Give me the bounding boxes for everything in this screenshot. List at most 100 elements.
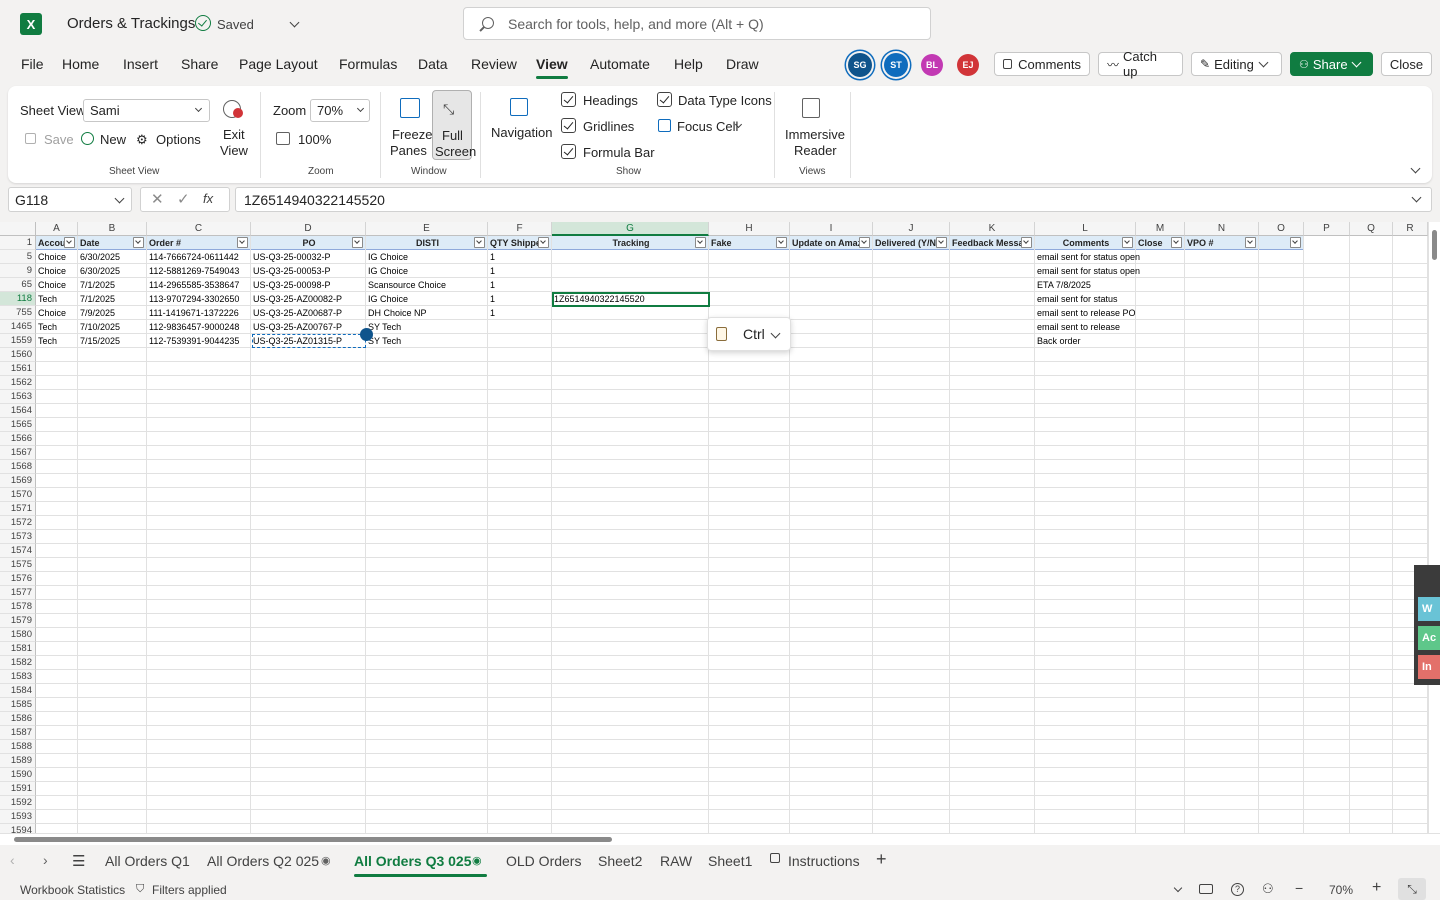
table-cell[interactable] (950, 264, 1035, 278)
table-header-cell[interactable]: Fake (709, 236, 790, 250)
table-cell[interactable]: Choice (36, 278, 78, 292)
row-header[interactable]: 1563 (0, 390, 36, 404)
new-view-button[interactable]: New (100, 132, 126, 147)
column-header-n[interactable]: N (1185, 222, 1259, 236)
side-panel-tab[interactable]: Ac (1418, 626, 1440, 650)
share-button[interactable]: ⚇ Share (1290, 52, 1373, 76)
table-cell[interactable] (873, 292, 950, 306)
table-header-cell[interactable]: Feedback Messa (950, 236, 1035, 250)
row-header[interactable]: 1567 (0, 446, 36, 460)
row-header[interactable]: 65 (0, 278, 36, 292)
column-header-q[interactable]: Q (1350, 222, 1393, 236)
data-type-icons-checkbox[interactable] (657, 92, 672, 107)
filter-dropdown-icon[interactable] (1245, 237, 1256, 248)
table-cell[interactable]: 6/30/2025 (78, 250, 147, 264)
table-cell[interactable]: 7/10/2025 (78, 320, 147, 334)
row-header[interactable]: 1 (0, 236, 36, 250)
tab-draw[interactable]: Draw (726, 56, 759, 72)
table-cell[interactable]: IG Choice (366, 250, 488, 264)
table-header-cell[interactable]: Order # (147, 236, 251, 250)
collaborator-avatar[interactable]: ST (884, 53, 908, 77)
table-cell[interactable] (950, 292, 1035, 306)
row-header[interactable]: 1590 (0, 768, 36, 782)
save-view-button[interactable]: Save (44, 132, 74, 147)
row-header[interactable]: 1565 (0, 418, 36, 432)
prev-sheet-icon[interactable]: ‹ (10, 852, 15, 868)
help-icon[interactable]: ? (1231, 883, 1244, 896)
row-header[interactable]: 1587 (0, 726, 36, 740)
freeze-panes-button-line1[interactable]: Freeze (392, 127, 432, 142)
table-cell[interactable] (1185, 320, 1259, 334)
row-header[interactable]: 1569 (0, 474, 36, 488)
zoom-level[interactable]: 70% (1329, 883, 1353, 897)
table-cell[interactable] (1185, 278, 1259, 292)
row-header[interactable]: 755 (0, 306, 36, 320)
row-header[interactable]: 1582 (0, 656, 36, 670)
tab-file[interactable]: File (21, 56, 44, 72)
filter-dropdown-icon[interactable] (936, 237, 947, 248)
table-cell[interactable]: DH Choice NP (366, 306, 488, 320)
table-cell[interactable]: 1 (488, 264, 552, 278)
title-dropdown-chevron-icon[interactable] (289, 17, 300, 28)
options-button[interactable]: Options (156, 132, 201, 147)
row-header[interactable]: 5 (0, 250, 36, 264)
column-header-h[interactable]: H (709, 222, 790, 236)
row-header[interactable]: 1561 (0, 362, 36, 376)
table-cell[interactable]: Scansource Choice (366, 278, 488, 292)
add-sheet-icon[interactable]: + (876, 849, 887, 870)
table-cell[interactable] (1185, 264, 1259, 278)
table-cell[interactable] (873, 334, 950, 348)
collaborator-avatar[interactable]: EJ (957, 54, 979, 76)
tab-automate[interactable]: Automate (590, 56, 650, 72)
table-cell[interactable] (1136, 334, 1185, 348)
comments-button[interactable]: Comments (994, 52, 1090, 76)
table-cell[interactable]: Tech (36, 292, 78, 306)
zoom-in-icon[interactable]: + (1372, 879, 1381, 897)
tab-share[interactable]: Share (181, 56, 218, 72)
sheet-tab[interactable]: OLD Orders (506, 853, 581, 869)
table-cell[interactable] (1185, 334, 1259, 348)
table-cell[interactable]: Choice (36, 264, 78, 278)
row-header[interactable]: 1465 (0, 320, 36, 334)
row-header[interactable]: 1589 (0, 754, 36, 768)
table-cell[interactable]: Choice (36, 306, 78, 320)
table-cell[interactable]: 1 (488, 278, 552, 292)
column-header-e[interactable]: E (366, 222, 488, 236)
row-header[interactable]: 1584 (0, 684, 36, 698)
table-cell[interactable]: 112-5881269-7549043 (147, 264, 251, 278)
table-cell[interactable] (1185, 250, 1259, 264)
table-header-cell[interactable]: Update on Amaz (790, 236, 873, 250)
table-cell[interactable] (552, 264, 709, 278)
row-header[interactable]: 1573 (0, 530, 36, 544)
table-header-cell[interactable]: PO (251, 236, 366, 250)
paste-options-button[interactable]: Ctrl (707, 317, 791, 351)
document-title[interactable]: Orders & Trackings (67, 15, 195, 32)
row-header[interactable]: 1560 (0, 348, 36, 362)
table-cell[interactable] (790, 278, 873, 292)
row-header[interactable]: 118 (0, 292, 36, 306)
row-header[interactable]: 1581 (0, 642, 36, 656)
row-header[interactable]: 1591 (0, 782, 36, 796)
table-cell[interactable]: IG Choice (366, 292, 488, 306)
ribbon-collapse-chevron-icon[interactable] (1410, 163, 1421, 174)
horizontal-scrollbar[interactable] (0, 833, 1440, 845)
row-header[interactable]: 1588 (0, 740, 36, 754)
column-header-i[interactable]: I (790, 222, 873, 236)
tab-formulas[interactable]: Formulas (339, 56, 397, 72)
table-cell[interactable] (1136, 292, 1185, 306)
table-header-cell[interactable]: VPO # (1185, 236, 1259, 250)
zoom-out-icon[interactable]: − (1295, 880, 1303, 896)
row-header[interactable]: 1585 (0, 698, 36, 712)
tab-view[interactable]: View (536, 56, 568, 72)
row-header[interactable]: 1570 (0, 488, 36, 502)
table-header-cell[interactable]: Delivered (Y/N (873, 236, 950, 250)
tab-home[interactable]: Home (62, 56, 99, 72)
tab-help[interactable]: Help (674, 56, 703, 72)
freeze-panes-button-line2[interactable]: Panes (390, 143, 427, 158)
table-cell[interactable] (1136, 264, 1185, 278)
filter-dropdown-icon[interactable] (64, 237, 75, 248)
table-cell[interactable]: 114-7666724-0611442 (147, 250, 251, 264)
column-header-b[interactable]: B (78, 222, 147, 236)
filter-dropdown-icon[interactable] (133, 237, 144, 248)
formula-input[interactable]: 1Z6514940322145520 (235, 187, 1432, 212)
